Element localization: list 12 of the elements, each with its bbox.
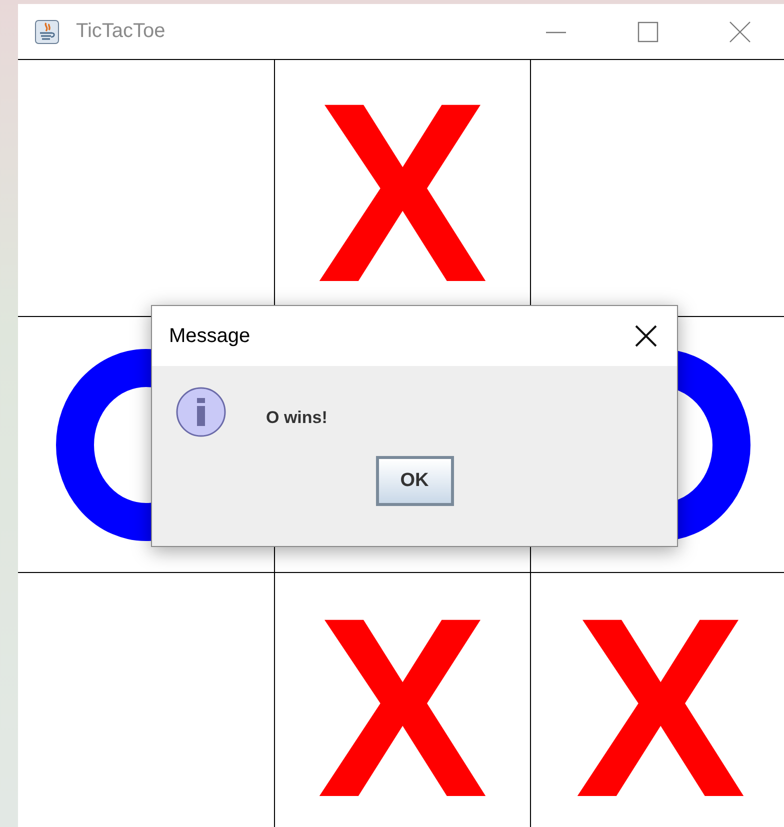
maximize-icon[interactable]: [636, 20, 660, 44]
dialog-title: Message: [169, 324, 252, 348]
x-mark: X: [317, 65, 488, 316]
x-mark: X: [575, 580, 746, 827]
coffee-cup-icon: [35, 20, 59, 44]
ok-button[interactable]: OK: [376, 456, 454, 506]
board-cell[interactable]: X: [531, 573, 784, 827]
x-mark: X: [317, 580, 488, 827]
board-cell[interactable]: X: [275, 573, 531, 827]
close-icon[interactable]: [635, 325, 657, 347]
window-title: TicTacToe: [76, 20, 166, 43]
message-text: O wins!: [266, 408, 328, 428]
